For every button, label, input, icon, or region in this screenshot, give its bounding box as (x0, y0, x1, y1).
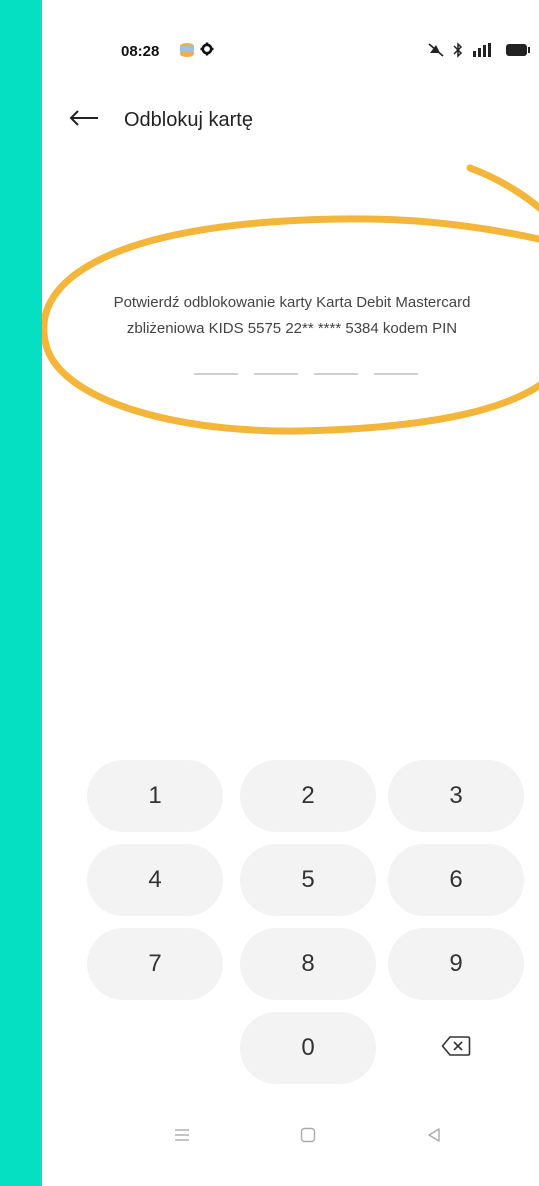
phone-screen: 08:28 Odblokuj kartę Potwierdź odblokowa… (42, 0, 539, 1186)
keypad: 1 2 3 4 5 6 7 8 9 0 (42, 0, 539, 1186)
back-triangle-icon (427, 1127, 441, 1148)
key-3[interactable]: 3 (388, 760, 524, 832)
home-button[interactable] (293, 1122, 323, 1152)
key-4[interactable]: 4 (87, 844, 223, 916)
back-nav-button[interactable] (419, 1122, 449, 1152)
key-1[interactable]: 1 (87, 760, 223, 832)
key-6[interactable]: 6 (388, 844, 524, 916)
key-5[interactable]: 5 (240, 844, 376, 916)
key-9[interactable]: 9 (388, 928, 524, 1000)
navigation-bar (42, 1110, 539, 1160)
menu-icon (174, 1128, 190, 1147)
backspace-icon (441, 1035, 471, 1062)
backspace-button[interactable] (388, 1012, 524, 1084)
menu-button[interactable] (167, 1122, 197, 1152)
key-8[interactable]: 8 (240, 928, 376, 1000)
home-icon (300, 1127, 316, 1148)
key-0[interactable]: 0 (240, 1012, 376, 1084)
key-7[interactable]: 7 (87, 928, 223, 1000)
key-2[interactable]: 2 (240, 760, 376, 832)
